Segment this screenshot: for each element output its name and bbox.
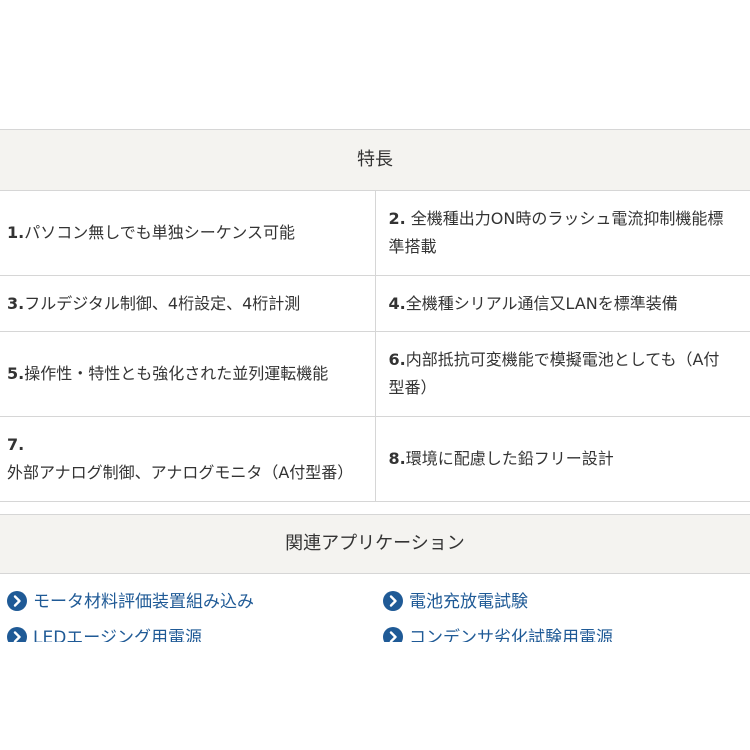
feature-number: 8. [388, 449, 406, 468]
app-link-label: 電池充放電試験 [409, 592, 528, 612]
table-row: 7. 外部アナログ制御、アナログモニタ（A付型番） 8.環境に配慮した鉛フリー設計 [0, 416, 750, 502]
page: 特長 1.パソコン無しでも単独シーケンス可能 2. 全機種出力ON時のラッシュ電… [0, 0, 750, 750]
feature-cell: 5.操作性・特性とも強化された並列運転機能 [0, 331, 376, 417]
chevron-right-circle-icon [383, 626, 403, 642]
feature-text: パソコン無しでも単独シーケンス可能 [24, 223, 295, 242]
features-table: 特長 1.パソコン無しでも単独シーケンス可能 2. 全機種出力ON時のラッシュ電… [0, 129, 750, 502]
app-link-led-aging[interactable]: LEDエージング用電源 [7, 624, 202, 642]
feature-text: フルデジタル制御、4桁設定、4桁計測 [24, 293, 301, 313]
feature-cell: 8.環境に配慮した鉛フリー設計 [374, 416, 750, 502]
table-row: 5.操作性・特性とも強化された並列運転機能 6.内部抵抗可変機能で模擬電池として… [0, 331, 750, 417]
chevron-right-circle-icon [7, 626, 27, 642]
feature-number: 3. [7, 293, 25, 313]
feature-number: 2. [388, 209, 406, 228]
features-title: 特長 [0, 129, 750, 191]
feature-cell: 4.全機種シリアル通信又LANを標準装備 [374, 275, 750, 332]
related-applications-list: モータ材料評価装置組み込み 電池充放電試験 LEDエージング用電源 コンデンサ劣… [0, 588, 750, 642]
feature-text: 内部抵抗可変機能で模擬電池としても（A付型番） [388, 350, 720, 397]
feature-text: 全機種出力ON時のラッシュ電流抑制機能標準搭載 [388, 209, 724, 256]
app-link-motor-material[interactable]: モータ材料評価装置組み込み [7, 588, 254, 616]
feature-cell: 1.パソコン無しでも単独シーケンス可能 [0, 190, 376, 276]
app-link-battery-test[interactable]: 電池充放電試験 [383, 588, 528, 616]
feature-number: 5. [7, 364, 25, 383]
feature-text: 環境に配慮した鉛フリー設計 [405, 449, 614, 468]
related-applications-title: 関連アプリケーション [0, 514, 750, 574]
feature-number: 6. [388, 350, 406, 369]
table-row: 1.パソコン無しでも単独シーケンス可能 2. 全機種出力ON時のラッシュ電流抑制… [0, 190, 750, 276]
feature-cell: 2. 全機種出力ON時のラッシュ電流抑制機能標準搭載 [374, 190, 750, 276]
feature-number: 1. [7, 223, 25, 242]
app-link-label: LEDエージング用電源 [33, 628, 202, 642]
feature-cell: 7. 外部アナログ制御、アナログモニタ（A付型番） [0, 416, 376, 502]
feature-cell: 6.内部抵抗可変機能で模擬電池としても（A付型番） [374, 331, 750, 417]
chevron-right-circle-icon [383, 590, 403, 611]
app-link-label: モータ材料評価装置組み込み [33, 592, 254, 612]
feature-number: 7. [7, 435, 25, 454]
feature-text: 操作性・特性とも強化された並列運転機能 [24, 364, 329, 383]
feature-text: 全機種シリアル通信又LANを標準装備 [405, 293, 678, 313]
feature-cell: 3.フルデジタル制御、4桁設定、4桁計測 [0, 275, 376, 332]
chevron-right-circle-icon [7, 590, 27, 611]
feature-number: 4. [388, 293, 406, 313]
app-link-label: コンデンサ劣化試験用電源 [409, 628, 613, 642]
table-row: 3.フルデジタル制御、4桁設定、4桁計測 4.全機種シリアル通信又LANを標準装… [0, 275, 750, 332]
app-link-capacitor-test[interactable]: コンデンサ劣化試験用電源 [383, 624, 613, 642]
feature-text: 外部アナログ制御、アナログモニタ（A付型番） [7, 463, 354, 482]
